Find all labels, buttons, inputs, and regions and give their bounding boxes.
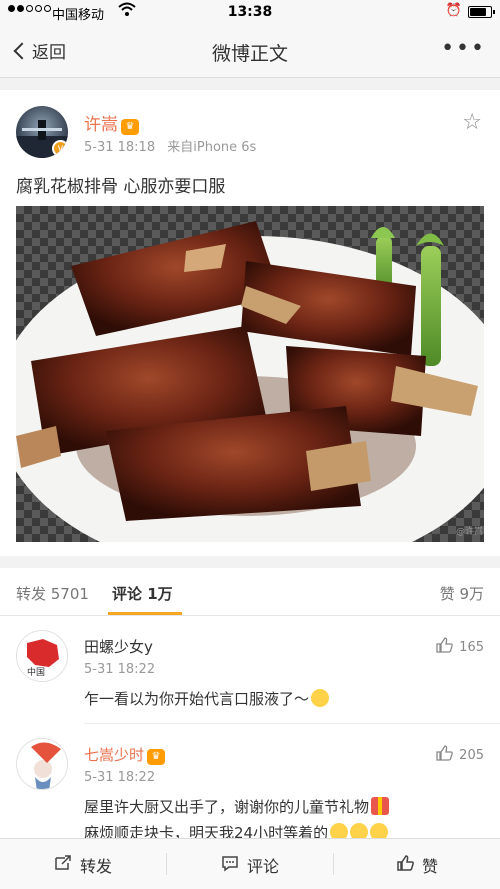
comment-item: 中国 田螺少女y 5-31 18:22 165 乍一看以为你开始代言口服液了～ — [0, 616, 500, 724]
tab-likes[interactable]: 赞 9万 — [440, 583, 484, 604]
comment-like-count: 165 — [459, 639, 484, 655]
post-photo[interactable]: @许嵩 — [16, 206, 484, 542]
comment-text: 屋里许大厨又出手了，谢谢你的儿童节礼物 — [84, 796, 484, 817]
more-options-button[interactable]: ••• — [441, 36, 486, 61]
comment-label: 评论 — [246, 856, 279, 876]
verified-badge-icon: v — [52, 140, 68, 157]
favorite-star-icon[interactable]: ☆ — [462, 110, 482, 135]
repost-label: 转发 — [79, 856, 112, 876]
post-time: 5-31 18:18 — [84, 140, 156, 155]
thumbs-up-icon — [435, 744, 453, 766]
smile-emoji-icon — [311, 689, 330, 707]
tab-repost[interactable]: 转发 5701 — [16, 583, 89, 604]
comment-time: 5-31 18:22 — [84, 662, 156, 677]
emoji-icon — [370, 823, 389, 838]
comment-item: 七嵩少时 ♛ 5-31 18:22 205 屋里许大厨又出手了，谢谢你的儿童节礼物… — [0, 724, 500, 838]
thumbs-up-icon — [396, 854, 414, 876]
bottom-toolbar: 转发 评论 赞 — [0, 838, 500, 889]
status-bar: 中国移动 13:38 ⏰ — [0, 0, 500, 26]
comment-like-button[interactable]: 165 — [435, 636, 484, 658]
post-source: 来自iPhone 6s — [167, 140, 257, 155]
commenter-name[interactable]: 田螺少女y — [84, 636, 153, 657]
comment-like-button[interactable]: 205 — [435, 744, 484, 766]
battery-icon — [468, 6, 495, 18]
comment-like-count: 205 — [459, 747, 484, 763]
repost-icon — [54, 854, 72, 876]
commenter-avatar[interactable]: 中国 — [16, 630, 68, 682]
comment-text-line2: 麻烦顺走块卡，明天我24小时等着的 — [84, 822, 484, 838]
author-name[interactable]: 许嵩 ♛ — [84, 110, 139, 135]
author-avatar[interactable]: v — [16, 106, 68, 158]
like-button[interactable]: 赞 — [334, 839, 500, 889]
commenter-name[interactable]: 七嵩少时 ♛ — [84, 744, 166, 765]
vip-crown-icon: ♛ — [121, 119, 139, 135]
page-title: 微博正文 — [211, 43, 288, 65]
post-card: v 许嵩 ♛ 5-31 18:18 来自iPhone 6s ☆ 腐乳花椒排骨 心服… — [0, 90, 500, 556]
post-text: 腐乳花椒排骨 心服亦要口服 — [16, 177, 226, 197]
tab-comments[interactable]: 评论 1万 — [112, 583, 173, 604]
comment-time: 5-31 18:22 — [84, 770, 156, 785]
vip-crown-icon: ♛ — [147, 749, 166, 765]
alarm-icon: ⏰ — [445, 3, 462, 18]
emoji-icon — [350, 823, 369, 838]
navigation-bar: 返回 微博正文 ••• — [0, 26, 500, 78]
photo-watermark: @许嵩 — [456, 525, 483, 537]
comment-icon — [221, 854, 239, 876]
post-meta: 5-31 18:18 来自iPhone 6s — [84, 136, 256, 155]
status-time: 13:38 — [227, 4, 273, 20]
like-label: 赞 — [421, 856, 438, 876]
comment-list: 中国 田螺少女y 5-31 18:22 165 乍一看以为你开始代言口服液了～ … — [0, 616, 500, 838]
svg-text:中国: 中国 — [27, 666, 45, 678]
emoji-icon — [330, 823, 349, 838]
comment-text: 乍一看以为你开始代言口服液了～ — [84, 688, 484, 709]
gift-emoji-icon — [371, 797, 390, 815]
post-tabs: 转发 5701 评论 1万 赞 9万 — [0, 568, 500, 616]
commenter-avatar[interactable] — [16, 738, 68, 790]
thumbs-up-icon — [435, 636, 453, 658]
active-tab-indicator — [108, 612, 182, 615]
repost-button[interactable]: 转发 — [0, 839, 166, 889]
comment-button[interactable]: 评论 — [167, 839, 333, 889]
